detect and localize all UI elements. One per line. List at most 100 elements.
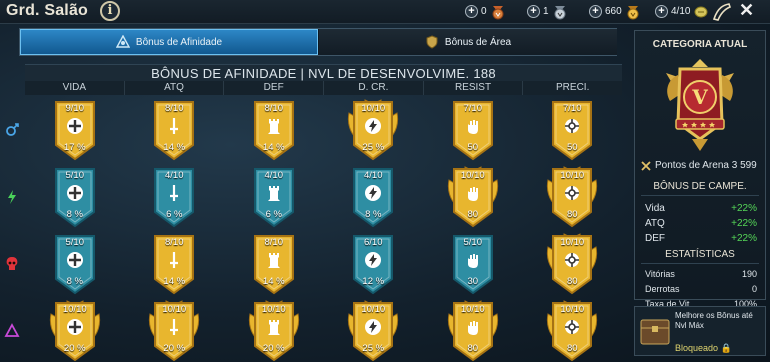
bonus-cell[interactable]: 8/10 14 % <box>125 99 225 161</box>
gold-bonus-badge[interactable]: 8/10 14 % <box>248 99 300 161</box>
blue-bonus-badge[interactable]: 4/10 8 % <box>347 166 399 228</box>
bonus-level: 7/10 <box>463 103 483 114</box>
bonus-cell[interactable]: 4/10 6 % <box>125 166 225 228</box>
bonus-cell[interactable]: 10/10 20 % <box>125 300 225 362</box>
bonus-value: 8 % <box>66 276 83 287</box>
gold-bonus-badge[interactable]: 7/10 50 <box>447 99 499 161</box>
bonus-cell[interactable]: 9/10 17 % <box>25 99 125 161</box>
tab-label: Bônus de Área <box>444 36 512 48</box>
crosshair-icon <box>565 186 580 200</box>
bonus-cell[interactable]: 10/10 20 % <box>25 300 125 362</box>
tower-icon <box>267 253 280 268</box>
heart-cross-icon <box>66 118 83 134</box>
gold-bonus-badge[interactable]: 10/10 80 <box>546 166 598 228</box>
plus-icon[interactable]: + <box>527 5 540 18</box>
bonus-level: 10/10 <box>361 304 386 315</box>
bonus-cell[interactable]: 6/10 12 % <box>324 233 424 295</box>
blue-bonus-badge[interactable]: 6/10 12 % <box>347 233 399 295</box>
fist-icon <box>467 254 478 268</box>
bonus-level: 6/10 <box>364 237 383 248</box>
gold-bonus-badge[interactable]: 7/10 50 <box>546 99 598 161</box>
gold-bonus-badge[interactable]: 10/10 20 % <box>49 300 101 362</box>
bonus-cell[interactable]: 10/10 80 <box>523 233 623 295</box>
bonus-value: 25 % <box>362 142 385 153</box>
bonus-cell[interactable]: 10/10 25 % <box>324 99 424 161</box>
gold-bonus-badge[interactable]: 10/10 25 % <box>347 300 399 362</box>
bonus-value: 80 <box>566 343 578 354</box>
crosshair-icon <box>565 119 580 133</box>
tab-affinity-bonus[interactable]: Bônus de Afinidade <box>20 29 318 55</box>
gold-bonus-badge[interactable]: 10/10 80 <box>546 233 598 295</box>
bonus-cell[interactable]: 10/10 20 % <box>224 300 324 362</box>
column-header: PRECI. <box>556 82 590 93</box>
top-bar: Grd. Salão i + 0 + 1 + 660 + 4/10 ✕ <box>0 0 770 24</box>
bonus-cell[interactable]: 10/10 80 <box>523 300 623 362</box>
plus-icon[interactable]: + <box>589 5 602 18</box>
bonus-cell[interactable]: 5/10 8 % <box>25 233 125 295</box>
gold-medal-icon <box>627 5 639 19</box>
gold-bonus-badge[interactable]: 10/10 80 <box>447 300 499 362</box>
champion-bonus-row: ATQ +22% <box>645 218 757 229</box>
bonus-cell[interactable]: 10/10 80 <box>523 166 623 228</box>
panel-title: CATEGORIA ATUAL <box>652 39 748 50</box>
column-header: RESIST <box>424 81 524 95</box>
blue-bonus-badge[interactable]: 5/10 8 % <box>49 233 101 295</box>
bonus-level: 4/10 <box>264 170 284 181</box>
resource-bronze: + 0 <box>465 3 506 20</box>
bonus-cell[interactable]: 5/10 8 % <box>25 166 125 228</box>
bonus-value: 8 % <box>365 209 382 220</box>
tab-area-bonus[interactable]: Bônus de Área <box>319 29 617 55</box>
bonus-cell[interactable]: 10/10 25 % <box>324 300 424 362</box>
bonus-cell[interactable]: 4/10 6 % <box>224 166 324 228</box>
sword-icon <box>170 185 179 201</box>
bronze-medal-icon <box>492 5 504 19</box>
blue-bonus-badge[interactable]: 4/10 6 % <box>248 166 300 228</box>
plus-icon[interactable]: + <box>465 5 478 18</box>
tower-icon <box>267 186 280 201</box>
heart-cross-icon <box>66 252 83 268</box>
bonus-cell[interactable]: 7/10 50 <box>523 99 623 161</box>
bonus-value: 20 % <box>262 343 285 354</box>
gold-bonus-badge[interactable]: 10/10 80 <box>447 166 499 228</box>
page-title: Grd. Salão <box>6 2 89 19</box>
upgrade-promo[interactable]: Melhore os Bônus até Nvl Máx Bloqueado 🔒 <box>634 306 766 356</box>
gold-bonus-badge[interactable]: 10/10 20 % <box>148 300 200 362</box>
bonus-value: 30 <box>467 276 479 287</box>
gold-bonus-badge[interactable]: 10/10 80 <box>546 300 598 362</box>
gold-bonus-badge[interactable]: 10/10 20 % <box>248 300 300 362</box>
bonus-cell[interactable]: 8/10 14 % <box>125 233 225 295</box>
blue-bonus-badge[interactable]: 5/10 8 % <box>49 166 101 228</box>
bonus-cell[interactable]: 8/10 14 % <box>224 99 324 161</box>
horn-icon[interactable] <box>710 1 732 23</box>
bonus-cell[interactable]: 8/10 14 % <box>224 233 324 295</box>
gold-bonus-badge[interactable]: 8/10 14 % <box>248 233 300 295</box>
gold-bonus-badge[interactable]: 10/10 25 % <box>347 99 399 161</box>
bonus-cell[interactable]: 10/10 80 <box>423 166 523 228</box>
info-button[interactable]: i <box>100 1 120 21</box>
bonus-cell[interactable]: 5/10 30 <box>423 233 523 295</box>
bonus-value: 14 % <box>262 276 285 287</box>
blue-bonus-badge[interactable]: 5/10 30 <box>447 233 499 295</box>
affinity-row-void: 10/10 20 % 10/10 20 % 10/10 20 % 10/10 25 % <box>25 300 622 362</box>
stat-value: +22% <box>731 203 757 214</box>
column-headers: VIDA ATQ DEF D. CR. RESIST PRECI. <box>25 81 622 95</box>
fist-icon <box>467 321 478 335</box>
resource-value: 4/10 <box>671 6 691 17</box>
champion-bonus-title: BÔNUS DE CAMPE. <box>653 181 747 192</box>
bonus-cell[interactable]: 7/10 50 <box>423 99 523 161</box>
gold-bonus-badge[interactable]: 8/10 14 % <box>148 233 200 295</box>
locked-label: Bloqueado <box>675 343 719 353</box>
gold-bonus-badge[interactable]: 9/10 17 % <box>49 99 101 161</box>
affinity-row-magic: 9/10 17 % 8/10 14 % 8/10 14 % 10/10 25 % 7/1… <box>25 99 622 161</box>
gold-bonus-badge[interactable]: 8/10 14 % <box>148 99 200 161</box>
category-panel: CATEGORIA ATUAL V Pontos de Arena 3 599 … <box>634 30 766 309</box>
blue-bonus-badge[interactable]: 4/10 6 % <box>148 166 200 228</box>
bonus-cell[interactable]: 4/10 8 % <box>324 166 424 228</box>
bonus-cell[interactable]: 10/10 80 <box>423 300 523 362</box>
bonus-level: 10/10 <box>261 304 286 315</box>
plus-icon[interactable]: + <box>655 5 668 18</box>
bonus-level: 5/10 <box>463 237 483 248</box>
bonus-value: 80 <box>566 276 578 287</box>
fist-icon <box>467 187 478 201</box>
close-button[interactable]: ✕ <box>739 0 754 21</box>
